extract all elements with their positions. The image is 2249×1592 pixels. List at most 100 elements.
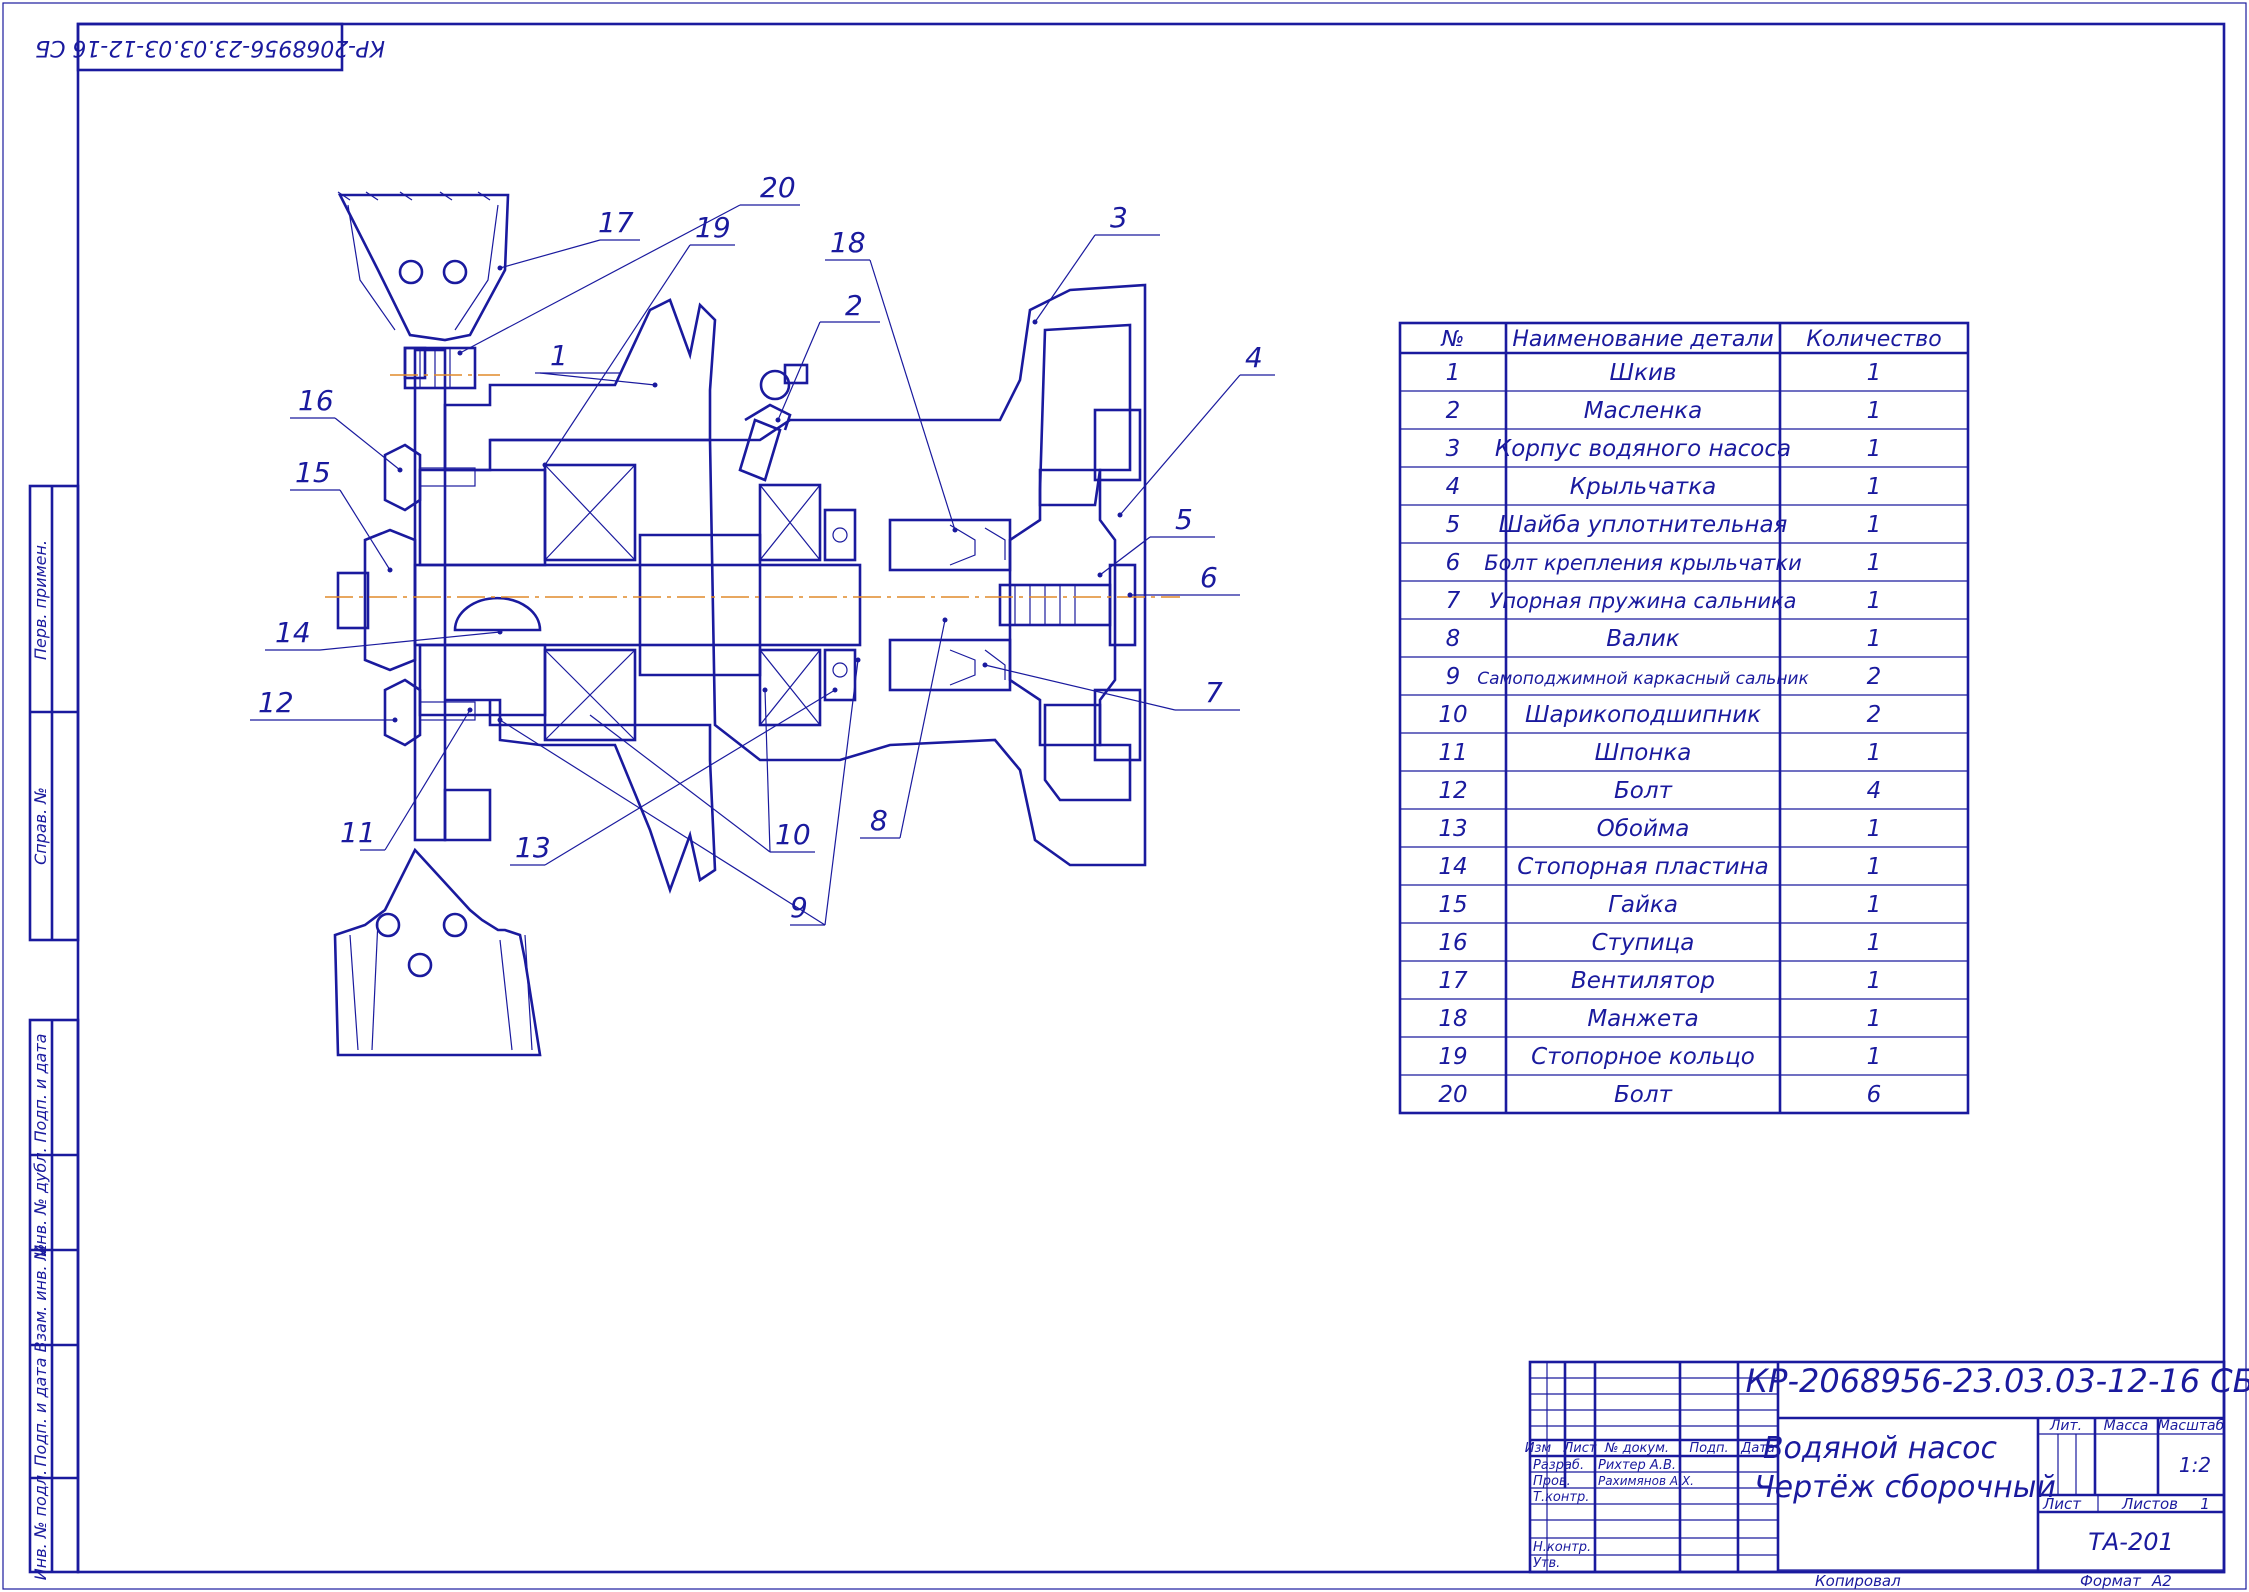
table-cell-qty: 1 bbox=[1867, 740, 1882, 766]
callout-13: 13 bbox=[515, 831, 551, 864]
table-cell-qty: 1 bbox=[1867, 550, 1882, 576]
table-cell-n: 7 bbox=[1446, 588, 1461, 614]
callout-10: 10 bbox=[775, 818, 811, 851]
tb-scale-label: Масштаб bbox=[2158, 1418, 2225, 1434]
table-cell-qty: 1 bbox=[1867, 930, 1882, 956]
tb-hdr-podp: Подп. bbox=[1689, 1441, 1728, 1456]
table-cell-qty: 1 bbox=[1867, 436, 1882, 462]
table-cell-n: 10 bbox=[1438, 702, 1467, 728]
table-header-1: Наименование детали bbox=[1512, 327, 1773, 352]
tb-role-utv: Утв. bbox=[1533, 1556, 1560, 1571]
table-cell-n: 1 bbox=[1446, 360, 1461, 386]
table-cell-qty: 1 bbox=[1867, 588, 1882, 614]
callout-14: 14 bbox=[275, 616, 311, 649]
callout-19: 19 bbox=[695, 211, 731, 244]
callout-2: 2 bbox=[845, 289, 863, 322]
table-header-0: № bbox=[1441, 327, 1465, 352]
callout-18: 18 bbox=[830, 226, 866, 259]
oiler bbox=[738, 363, 809, 482]
table-cell-name: Стопорное кольцо bbox=[1531, 1044, 1755, 1070]
table-cell-n: 3 bbox=[1446, 436, 1461, 462]
frame-stamp: КР-2068956-23.03.03-12-16 СБ bbox=[35, 35, 385, 60]
table-cell-name: Вентилятор bbox=[1571, 968, 1715, 994]
outer-frame bbox=[2, 2, 2247, 1590]
table-cell-n: 15 bbox=[1438, 892, 1467, 918]
callout-15: 15 bbox=[295, 456, 331, 489]
callout-3: 3 bbox=[1110, 201, 1128, 234]
side-stamp-4: Взам. инв. № bbox=[31, 1244, 50, 1353]
tb-group: ТА-201 bbox=[2088, 1528, 2174, 1556]
table-cell-qty: 2 bbox=[1867, 664, 1882, 690]
inner-frame bbox=[76, 22, 2226, 1574]
tb-sheets-label: Листов bbox=[2121, 1495, 2178, 1513]
tb-name-razrab: Рихтер А.В. bbox=[1598, 1458, 1676, 1473]
table-cell-name: Ступица bbox=[1592, 930, 1695, 956]
table-cell-n: 4 bbox=[1446, 474, 1461, 500]
table-cell-qty: 1 bbox=[1867, 474, 1882, 500]
table-cell-n: 9 bbox=[1446, 664, 1461, 690]
table-cell-name: Самоподжимной каркасный сальник bbox=[1477, 669, 1809, 689]
table-cell-n: 19 bbox=[1438, 1044, 1467, 1070]
table-cell-qty: 1 bbox=[1867, 1006, 1882, 1032]
callout-6: 6 bbox=[1200, 561, 1218, 594]
callout-12: 12 bbox=[258, 686, 294, 719]
tb-role-tkontr: Т.контр. bbox=[1533, 1490, 1589, 1505]
table-cell-name: Масленка bbox=[1584, 398, 1702, 424]
frame-stamp-box: КР-2068956-23.03.03-12-16 СБ bbox=[35, 22, 385, 72]
callout-20: 20 bbox=[760, 171, 796, 204]
fan-blade-bottom bbox=[333, 847, 542, 1057]
tb-role-razrab: Разраб. bbox=[1533, 1458, 1584, 1473]
tb-hdr-list: Лист bbox=[1563, 1441, 1597, 1456]
fan-blade-top bbox=[337, 191, 510, 342]
callout-1: 1 bbox=[550, 339, 568, 372]
table-cell-name: Болт крепления крыльчатки bbox=[1484, 551, 1802, 575]
table-cell-qty: 1 bbox=[1867, 816, 1882, 842]
callout-11: 11 bbox=[340, 816, 376, 849]
tb-sheet-label: Лист bbox=[2042, 1495, 2082, 1513]
table-cell-n: 20 bbox=[1438, 1082, 1467, 1108]
table-cell-name: Шкив bbox=[1610, 360, 1677, 386]
tb-copied: Копировал bbox=[1815, 1572, 1901, 1590]
bearing-left bbox=[543, 463, 637, 742]
callout-8: 8 bbox=[870, 804, 888, 837]
table-cell-name: Корпус водяного насоса bbox=[1495, 436, 1791, 462]
tb-role-nkontr: Н.контр. bbox=[1533, 1540, 1591, 1555]
table-cell-qty: 1 bbox=[1867, 398, 1882, 424]
callout-4: 4 bbox=[1245, 341, 1263, 374]
table-cell-n: 11 bbox=[1438, 740, 1467, 766]
side-stamp-2: Подп. и дата bbox=[31, 1034, 50, 1143]
table-cell-name: Шайба уплотнительная bbox=[1499, 512, 1788, 538]
side-stamp-0: Перв. примен. bbox=[31, 540, 50, 660]
tb-hdr-doc: № докум. bbox=[1604, 1441, 1669, 1456]
table-cell-n: 17 bbox=[1438, 968, 1468, 994]
table-cell-name: Гайка bbox=[1608, 892, 1678, 918]
tb-format-value: А2 bbox=[2151, 1572, 2172, 1590]
table-cell-name: Стопорная пластина bbox=[1517, 854, 1768, 880]
table-header-2: Количество bbox=[1806, 327, 1941, 352]
title-block: КР-2068956-23.03.03-12-16 СБ Водяной нас… bbox=[1525, 1360, 2249, 1590]
callout-9: 9 bbox=[790, 891, 808, 924]
table-cell-n: 14 bbox=[1438, 854, 1467, 880]
callout-17: 17 bbox=[598, 206, 634, 239]
tb-lit-label: Лит. bbox=[2049, 1418, 2082, 1434]
table-cell-name: Обойма bbox=[1597, 816, 1690, 842]
side-stamp-columns: Перв. примен. Справ. № Подп. и дата Инв.… bbox=[28, 484, 80, 1580]
table-cell-qty: 2 bbox=[1867, 702, 1882, 728]
callout-16: 16 bbox=[298, 384, 334, 417]
pump-assembly-drawing bbox=[325, 191, 1180, 1057]
table-cell-n: 16 bbox=[1438, 930, 1467, 956]
table-cell-qty: 1 bbox=[1867, 360, 1882, 386]
table-cell-name: Болт bbox=[1614, 1082, 1673, 1108]
table-cell-qty: 1 bbox=[1867, 626, 1882, 652]
table-cell-n: 13 bbox=[1438, 816, 1467, 842]
side-stamp-1: Справ. № bbox=[31, 787, 50, 865]
table-cell-n: 8 bbox=[1446, 626, 1461, 652]
side-stamp-5: Подп. и дата bbox=[31, 1358, 50, 1467]
table-cell-qty: 1 bbox=[1867, 512, 1882, 538]
tb-title-line2: Чертёж сборочный bbox=[1754, 1470, 2056, 1505]
tb-scale-value: 1:2 bbox=[2179, 1453, 2211, 1477]
parts-table: № Наименование детали Количество 1 Шкив 1 2 Мас… bbox=[1398, 321, 1970, 1115]
tb-sheets-value: 1 bbox=[2200, 1495, 2210, 1513]
table-cell-qty: 1 bbox=[1867, 1044, 1882, 1070]
tb-title-line1: Водяной насос bbox=[1763, 1431, 1998, 1466]
